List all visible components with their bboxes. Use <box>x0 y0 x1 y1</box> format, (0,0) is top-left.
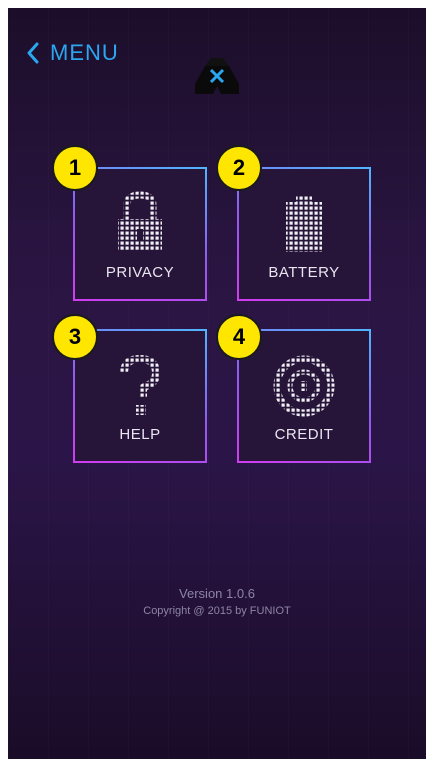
battery-icon <box>239 191 369 253</box>
coin-icon <box>239 353 369 419</box>
battery-tile[interactable]: BATTERY <box>237 167 371 301</box>
copyright-text: Copyright @ 2015 by FUNIOT <box>143 605 291 617</box>
number-badge-2: 2 <box>216 145 262 191</box>
battery-label: BATTERY <box>268 264 340 281</box>
back-button-label: MENU <box>50 40 119 65</box>
version-text: Version 1.0.6 <box>179 586 255 601</box>
lock-icon <box>75 191 205 253</box>
glasses-logo-icon <box>195 58 239 94</box>
privacy-tile[interactable]: PRIVACY <box>73 167 207 301</box>
number-badge-3: 3 <box>52 314 98 360</box>
credit-label: CREDIT <box>274 426 334 443</box>
chevron-left-icon <box>27 42 39 64</box>
header: MENU <box>8 8 426 98</box>
footer: Version 1.0.6 Copyright @ 2015 by FUNIOT <box>8 586 426 617</box>
number-badge-4: 4 <box>216 314 262 360</box>
question-mark-icon <box>75 353 205 419</box>
help-label: HELP <box>119 426 161 443</box>
app-screen: MENU PRIVACY 1 BATTERY 2 HELP 3 CREDIT 4… <box>8 8 426 759</box>
privacy-label: PRIVACY <box>105 264 175 281</box>
number-badge-1: 1 <box>52 145 98 191</box>
back-button[interactable]: MENU <box>26 40 119 66</box>
